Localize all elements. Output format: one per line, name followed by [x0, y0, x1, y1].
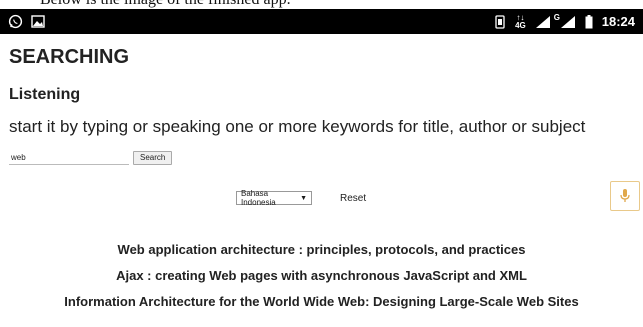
- vibrate-icon: [494, 14, 506, 29]
- language-select-value: Bahasa Indonesia: [241, 189, 276, 207]
- search-button[interactable]: Search: [133, 150, 173, 165]
- result-item[interactable]: Ajax : creating Web pages with asynchron…: [0, 267, 643, 293]
- search-input[interactable]: [9, 150, 129, 165]
- whatsapp-icon: [8, 14, 23, 29]
- instructions-text: start it by typing or speaking one or mo…: [9, 117, 586, 136]
- microphone-button[interactable]: [610, 181, 640, 211]
- dropdown-arrow-icon: ▼: [300, 194, 307, 202]
- status-bar: ↑↓ 4G G 18:24: [0, 9, 643, 34]
- image-icon: [31, 15, 45, 28]
- clock: 18:24: [601, 14, 635, 29]
- reset-link[interactable]: Reset: [340, 193, 366, 204]
- language-select[interactable]: Bahasa Indonesia ▼: [236, 189, 312, 207]
- signal-icon: G: [554, 13, 576, 29]
- result-item[interactable]: Information Architecture for the World W…: [0, 293, 643, 319]
- search-row: Search: [9, 150, 173, 165]
- network-type: 4G: [515, 20, 526, 30]
- result-item[interactable]: Web application architecture : principle…: [0, 241, 643, 267]
- section-subtitle: Listening: [9, 86, 81, 103]
- carrier-label: G: [553, 12, 560, 22]
- caption-text: Below is the image of the finished app.: [40, 0, 291, 9]
- network-indicator: ↑↓ 4G: [515, 13, 526, 30]
- results-list: Web application architecture : principle…: [0, 241, 643, 319]
- page-title: SEARCHING: [9, 46, 130, 68]
- signal-icon: [535, 15, 551, 29]
- microphone-icon: [619, 188, 631, 204]
- language-row: Bahasa Indonesia ▼ Reset: [236, 189, 366, 207]
- battery-icon: [585, 14, 593, 29]
